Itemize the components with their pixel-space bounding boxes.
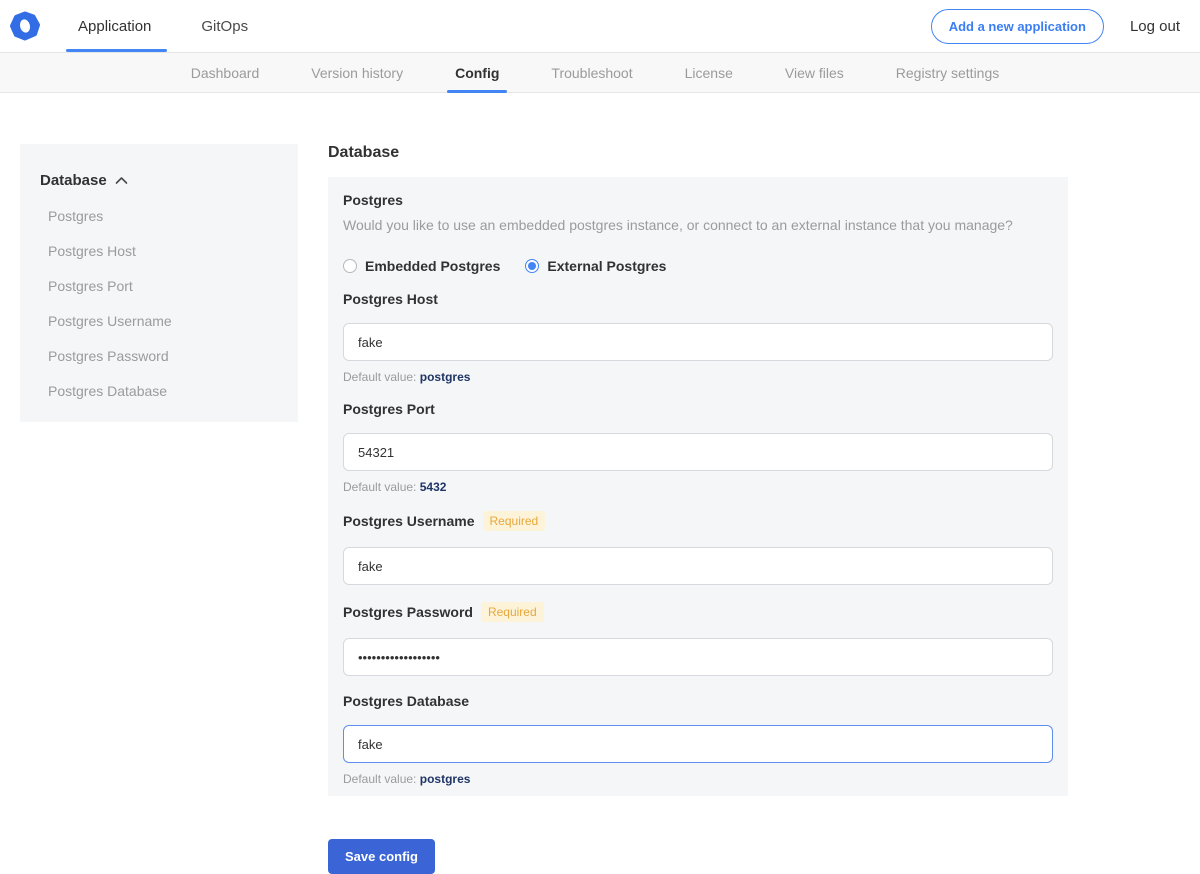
radio-embedded-label: Embedded Postgres bbox=[365, 258, 500, 274]
sidebar-item-postgres-database[interactable]: Postgres Database bbox=[48, 384, 278, 398]
default-value: postgres bbox=[420, 772, 471, 786]
add-application-button[interactable]: Add a new application bbox=[931, 9, 1104, 44]
postgres-port-input[interactable] bbox=[343, 433, 1053, 471]
sidebar-item-postgres-host[interactable]: Postgres Host bbox=[48, 244, 278, 258]
app-logo-icon bbox=[10, 11, 40, 41]
field-postgres-password: Postgres Password Required bbox=[343, 602, 1053, 676]
nav-item-dashboard[interactable]: Dashboard bbox=[191, 53, 260, 92]
radio-checked-icon bbox=[525, 259, 539, 273]
save-wrap: Save config bbox=[328, 796, 1068, 874]
postgres-port-default: Default value: 5432 bbox=[343, 480, 1053, 494]
postgres-group-label: Postgres bbox=[343, 192, 1053, 208]
field-postgres-host: Postgres Host Default value: postgres bbox=[343, 291, 1053, 384]
field-postgres-database: Postgres Database Default value: postgre… bbox=[343, 693, 1053, 786]
postgres-username-label: Postgres Username bbox=[343, 513, 475, 529]
default-label: Default value: bbox=[343, 480, 416, 494]
postgres-host-default: Default value: postgres bbox=[343, 370, 1053, 384]
nav-item-troubleshoot[interactable]: Troubleshoot bbox=[551, 53, 632, 92]
config-card: Postgres Would you like to use an embedd… bbox=[328, 177, 1068, 796]
chevron-up-icon bbox=[115, 176, 128, 185]
sidebar-item-postgres-port[interactable]: Postgres Port bbox=[48, 279, 278, 293]
nav-item-config[interactable]: Config bbox=[455, 53, 499, 92]
top-header: Application GitOps Add a new application… bbox=[0, 0, 1200, 52]
postgres-radio-group: Embedded Postgres External Postgres bbox=[343, 258, 1053, 274]
config-sidebar: Database Postgres Postgres Host Postgres… bbox=[20, 144, 298, 422]
default-value: 5432 bbox=[420, 480, 447, 494]
postgres-host-input[interactable] bbox=[343, 323, 1053, 361]
primary-tabs: Application GitOps bbox=[72, 0, 254, 52]
logout-button[interactable]: Log out bbox=[1130, 18, 1180, 35]
postgres-database-default: Default value: postgres bbox=[343, 772, 1053, 786]
postgres-username-input[interactable] bbox=[343, 547, 1053, 585]
field-postgres-port: Postgres Port Default value: 5432 bbox=[343, 401, 1053, 494]
content-area: Database Postgres Postgres Host Postgres… bbox=[0, 93, 1200, 874]
sidebar-item-postgres-password[interactable]: Postgres Password bbox=[48, 349, 278, 363]
page-title: Database bbox=[328, 144, 1068, 162]
postgres-help-text: Would you like to use an embedded postgr… bbox=[343, 217, 1053, 233]
default-label: Default value: bbox=[343, 772, 416, 786]
default-label: Default value: bbox=[343, 370, 416, 384]
sidebar-group-database[interactable]: Database bbox=[40, 172, 278, 189]
nav-item-view-files[interactable]: View files bbox=[785, 53, 844, 92]
secondary-nav: Dashboard Version history Config Trouble… bbox=[0, 52, 1200, 93]
tab-gitops[interactable]: GitOps bbox=[195, 0, 254, 52]
radio-unchecked-icon bbox=[343, 259, 357, 273]
sidebar-group-label: Database bbox=[40, 172, 107, 189]
radio-embedded-postgres[interactable]: Embedded Postgres bbox=[343, 258, 500, 274]
radio-external-label: External Postgres bbox=[547, 258, 666, 274]
required-badge: Required bbox=[481, 602, 544, 622]
sidebar-item-postgres-username[interactable]: Postgres Username bbox=[48, 314, 278, 328]
nav-item-license[interactable]: License bbox=[685, 53, 733, 92]
nav-item-registry-settings[interactable]: Registry settings bbox=[896, 53, 999, 92]
postgres-password-input[interactable] bbox=[343, 638, 1053, 676]
postgres-host-label: Postgres Host bbox=[343, 291, 438, 307]
nav-item-version-history[interactable]: Version history bbox=[311, 53, 403, 92]
postgres-password-label: Postgres Password bbox=[343, 604, 473, 620]
save-config-button[interactable]: Save config bbox=[328, 839, 435, 874]
tab-application[interactable]: Application bbox=[72, 0, 157, 52]
sidebar-item-postgres[interactable]: Postgres bbox=[48, 209, 278, 223]
required-badge: Required bbox=[483, 511, 546, 531]
postgres-database-input[interactable] bbox=[343, 725, 1053, 763]
default-value: postgres bbox=[420, 370, 471, 384]
postgres-database-label: Postgres Database bbox=[343, 693, 469, 709]
field-postgres-username: Postgres Username Required bbox=[343, 511, 1053, 585]
postgres-port-label: Postgres Port bbox=[343, 401, 435, 417]
config-main: Database Postgres Would you like to use … bbox=[328, 144, 1068, 874]
radio-external-postgres[interactable]: External Postgres bbox=[525, 258, 666, 274]
